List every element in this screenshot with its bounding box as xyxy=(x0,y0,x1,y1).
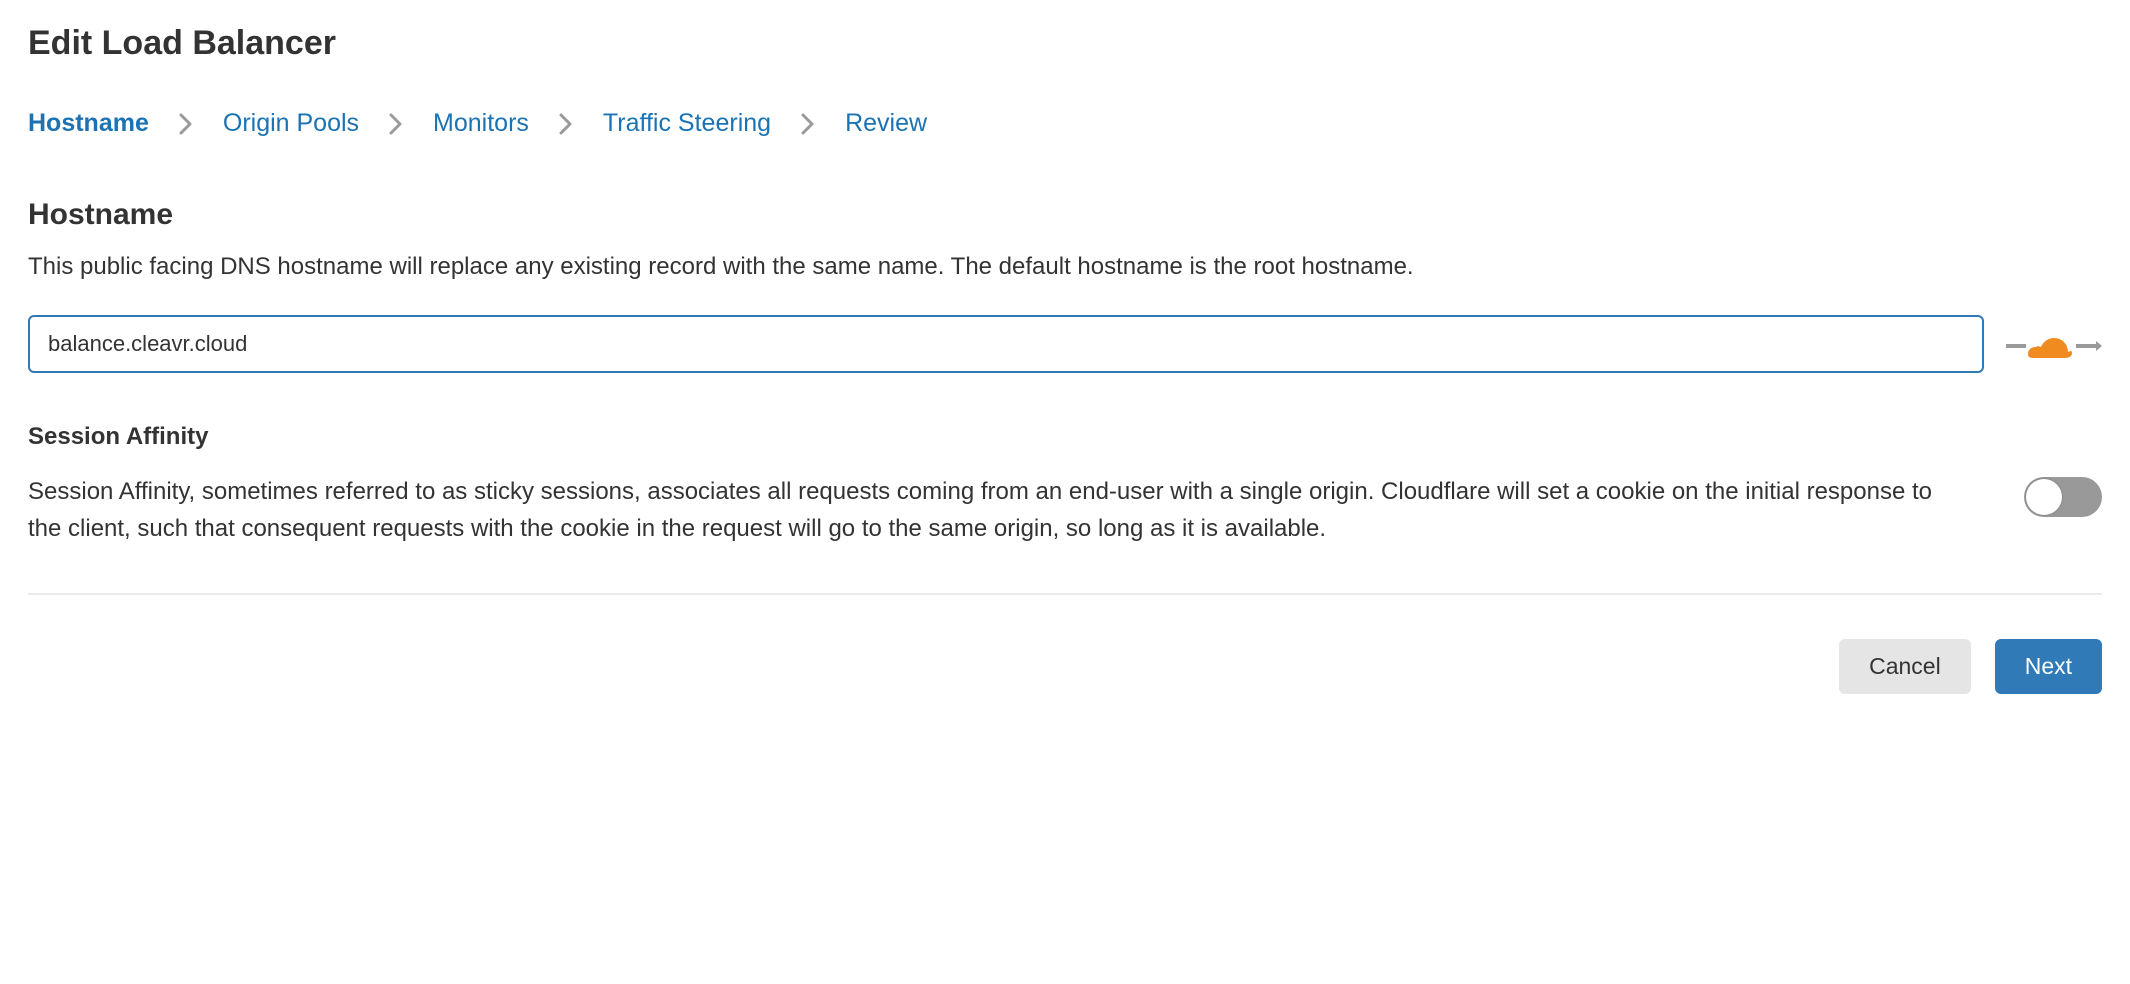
footer-actions: Cancel Next xyxy=(28,639,2102,694)
breadcrumb-step-traffic-steering[interactable]: Traffic Steering xyxy=(603,109,771,138)
divider xyxy=(28,593,2102,595)
cloudflare-proxy-icon xyxy=(2006,324,2102,364)
cancel-button[interactable]: Cancel xyxy=(1839,639,1971,694)
breadcrumb-step-monitors[interactable]: Monitors xyxy=(433,109,529,138)
chevron-right-icon xyxy=(179,113,193,135)
breadcrumb-step-review[interactable]: Review xyxy=(845,109,927,138)
hostname-section-description: This public facing DNS hostname will rep… xyxy=(28,250,2102,285)
page-title: Edit Load Balancer xyxy=(28,24,2102,63)
session-affinity-title: Session Affinity xyxy=(28,423,2102,451)
hostname-input[interactable] xyxy=(28,315,1984,373)
breadcrumb: Hostname Origin Pools Monitors Traffic S… xyxy=(28,109,2102,138)
session-affinity-row: Session Affinity, sometimes referred to … xyxy=(28,473,2102,547)
chevron-right-icon xyxy=(801,113,815,135)
chevron-right-icon xyxy=(559,113,573,135)
session-affinity-toggle[interactable] xyxy=(2024,477,2102,517)
breadcrumb-step-hostname[interactable]: Hostname xyxy=(28,109,149,138)
next-button[interactable]: Next xyxy=(1995,639,2102,694)
hostname-section-title: Hostname xyxy=(28,198,2102,232)
breadcrumb-step-origin-pools[interactable]: Origin Pools xyxy=(223,109,359,138)
chevron-right-icon xyxy=(389,113,403,135)
session-affinity-description: Session Affinity, sometimes referred to … xyxy=(28,473,1964,547)
hostname-row xyxy=(28,315,2102,373)
toggle-knob xyxy=(2026,479,2062,515)
